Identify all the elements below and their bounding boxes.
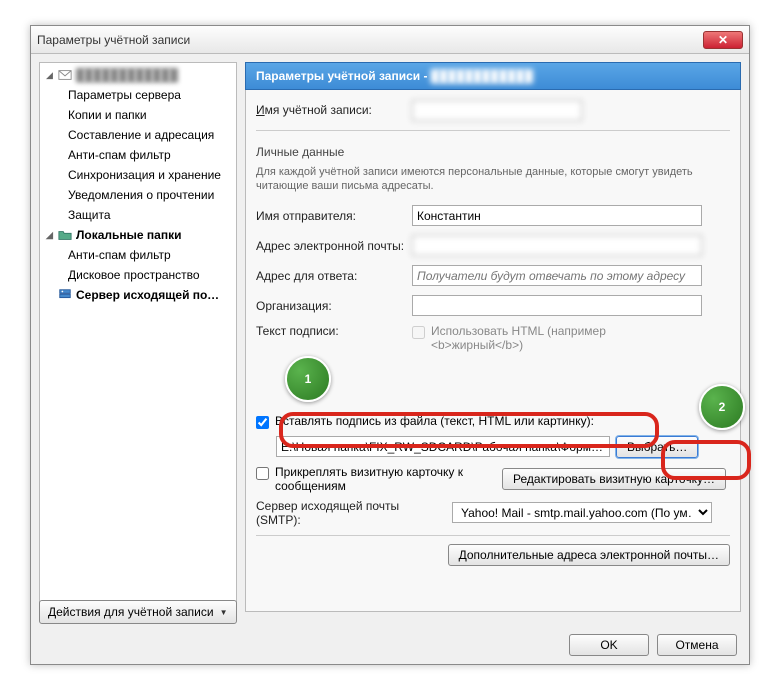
close-button[interactable]: ✕ xyxy=(703,31,743,49)
choose-file-button[interactable]: Выбрать… xyxy=(616,436,698,458)
label-smtp: Сервер исходящей почты (SMTP): xyxy=(256,499,446,527)
personal-hint: Для каждой учётной записи имеются персон… xyxy=(256,165,730,194)
collapse-icon: ◢ xyxy=(46,230,56,241)
sidebar-item-sync[interactable]: Синхронизация и хранение xyxy=(40,165,236,185)
account-name-input[interactable] xyxy=(412,100,582,121)
sidebar-local-folders[interactable]: ◢ Локальные папки xyxy=(40,225,236,245)
sidebar-item-local-antispam[interactable]: Анти-спам фильтр xyxy=(40,245,236,265)
sender-input[interactable] xyxy=(412,205,702,226)
extra-emails-button[interactable]: Дополнительные адреса электронной почты… xyxy=(448,544,730,566)
row-org: Организация: xyxy=(256,294,730,318)
ok-button[interactable]: OK xyxy=(569,634,649,656)
row-account-name: Имя учётной записи: xyxy=(256,98,730,122)
reply-input[interactable] xyxy=(412,265,702,286)
account-name-masked: ████████████ xyxy=(76,68,178,82)
collapse-icon: ◢ xyxy=(46,70,56,81)
row-vcard: Прикреплять визитную карточку к сообщени… xyxy=(256,465,730,493)
badge-1: 1 xyxy=(285,356,331,402)
label-email: Адрес электронной почты: xyxy=(256,239,406,253)
row-smtp: Сервер исходящей почты (SMTP): Yahoo! Ma… xyxy=(256,499,730,527)
sidebar-account-root[interactable]: ◢ ████████████ xyxy=(40,65,236,85)
smtp-select[interactable]: Yahoo! Mail - smtp.mail.yahoo.com (По ум… xyxy=(452,502,712,523)
server-icon xyxy=(58,288,72,302)
vcard-label: Прикреплять визитную карточку к сообщени… xyxy=(275,465,496,493)
label-reply: Адрес для ответа: xyxy=(256,269,406,283)
account-actions-button[interactable]: Действия для учётной записи ▼ xyxy=(39,600,237,624)
main-panel: Параметры учётной записи - ████████████ … xyxy=(245,62,741,612)
close-icon: ✕ xyxy=(718,33,728,47)
footer-right: OK Отмена xyxy=(569,634,737,656)
use-html-label: Использовать HTML (например <b>жирный</b… xyxy=(431,324,651,352)
sidebar: ◢ ████████████ Параметры сервера Копии и… xyxy=(39,62,237,612)
sidebar-item-copies[interactable]: Копии и папки xyxy=(40,105,236,125)
insert-sig-label: Вставлять подпись из файла (текст, HTML … xyxy=(275,414,594,428)
sidebar-smtp-server[interactable]: Сервер исходящей почт… xyxy=(40,285,236,305)
row-sig-path: Выбрать… xyxy=(256,435,730,459)
mail-icon xyxy=(58,68,72,82)
sig-path-input[interactable] xyxy=(276,436,610,457)
sidebar-item-server-params[interactable]: Параметры сервера xyxy=(40,85,236,105)
main-header: Параметры учётной записи - ████████████ xyxy=(245,62,741,90)
sidebar-item-security[interactable]: Защита xyxy=(40,205,236,225)
chevron-down-icon: ▼ xyxy=(220,608,228,617)
header-account-masked: ████████████ xyxy=(431,69,533,83)
insert-sig-checkbox[interactable] xyxy=(256,416,269,429)
edit-vcard-button[interactable]: Редактировать визитную карточку… xyxy=(502,468,726,490)
row-insert-sig: Вставлять подпись из файла (текст, HTML … xyxy=(256,414,730,429)
label-sender: Имя отправителя: xyxy=(256,209,406,223)
row-reply: Адрес для ответа: xyxy=(256,264,730,288)
vcard-checkbox[interactable] xyxy=(256,467,269,480)
org-input[interactable] xyxy=(412,295,702,316)
sidebar-item-antispam[interactable]: Анти-спам фильтр xyxy=(40,145,236,165)
label-org: Организация: xyxy=(256,299,406,313)
sidebar-item-compose[interactable]: Составление и адресация xyxy=(40,125,236,145)
use-html-wrap: Использовать HTML (например <b>жирный</b… xyxy=(412,324,651,352)
cancel-button[interactable]: Отмена xyxy=(657,634,737,656)
footer-left: Действия для учётной записи ▼ xyxy=(39,600,237,624)
label-signature: Текст подписи: xyxy=(256,324,406,338)
window-title: Параметры учётной записи xyxy=(37,33,703,47)
use-html-checkbox[interactable] xyxy=(412,326,425,339)
badge-2: 2 xyxy=(699,384,745,430)
account-settings-dialog: Параметры учётной записи ✕ ◢ ███████████… xyxy=(30,25,750,665)
sidebar-item-disk-space[interactable]: Дисковое пространство xyxy=(40,265,236,285)
row-sender: Имя отправителя: xyxy=(256,204,730,228)
divider xyxy=(256,535,730,536)
email-input[interactable] xyxy=(412,235,702,256)
section-personal: Личные данные xyxy=(256,145,730,159)
row-signature: Текст подписи: Использовать HTML (наприм… xyxy=(256,324,730,352)
sidebar-item-receipts[interactable]: Уведомления о прочтении xyxy=(40,185,236,205)
row-email: Адрес электронной почты: xyxy=(256,234,730,258)
folder-icon xyxy=(58,228,72,242)
label-account-name: Имя учётной записи: xyxy=(256,103,406,117)
titlebar: Параметры учётной записи ✕ xyxy=(31,26,749,54)
divider xyxy=(256,130,730,131)
